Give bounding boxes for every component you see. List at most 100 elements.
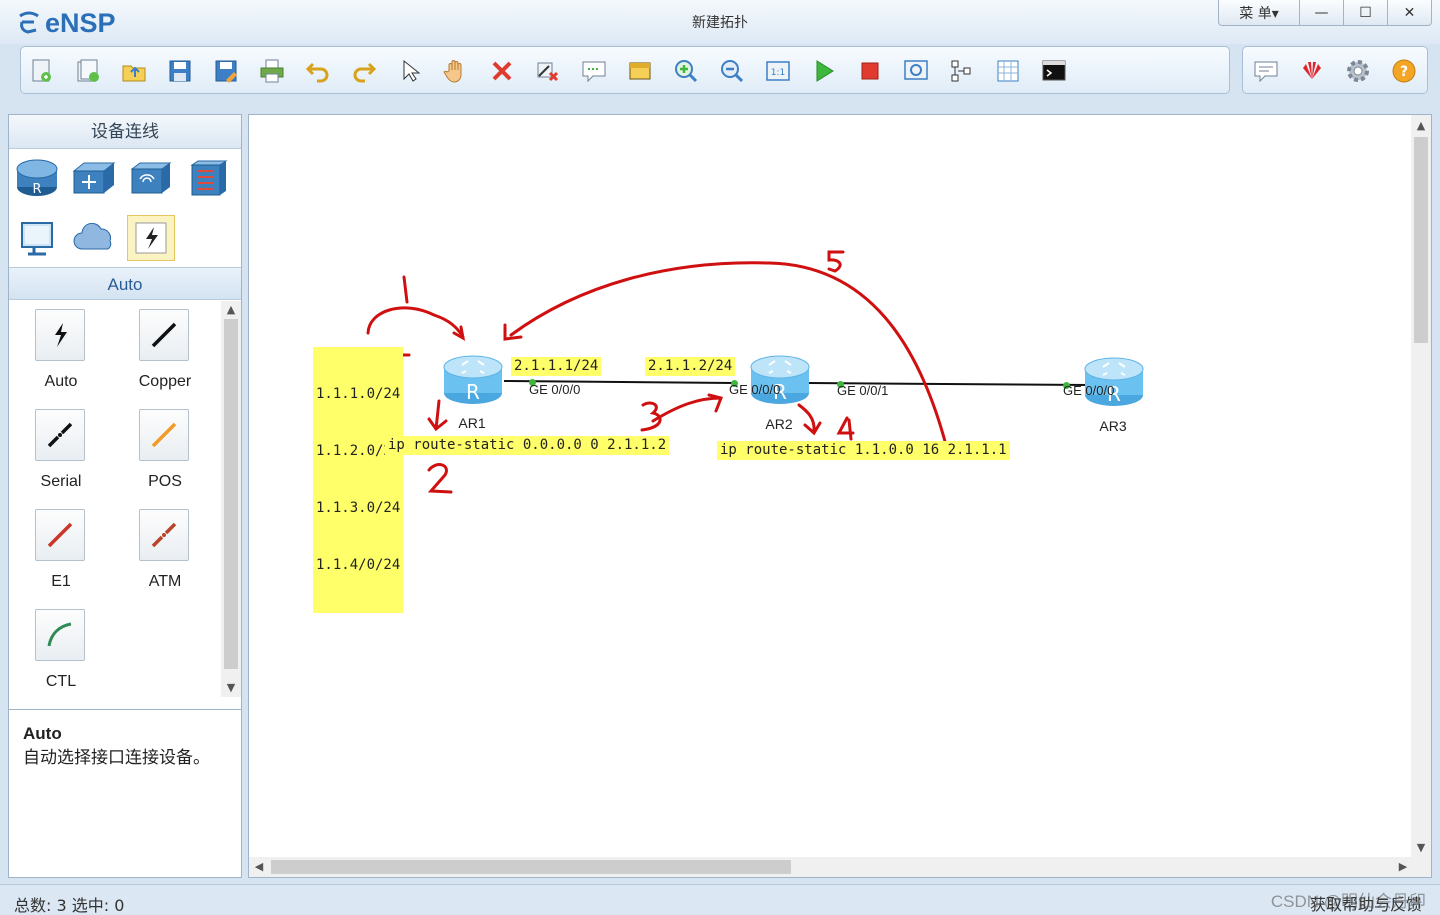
zoom-out-icon[interactable]	[717, 56, 747, 86]
window-controls: 菜 单▾ — ☐ ✕	[1218, 0, 1432, 26]
cable-label: Auto	[44, 373, 78, 390]
router-icon: R	[750, 355, 810, 404]
description-text: 自动选择接口连接设备。	[23, 748, 210, 768]
ensp-logo-icon	[16, 10, 42, 36]
cable-label: POS	[148, 473, 182, 490]
huawei-icon[interactable]	[1297, 56, 1327, 86]
grid-icon[interactable]	[993, 56, 1023, 86]
undo-icon[interactable]	[303, 56, 333, 86]
scroll-left-icon[interactable]: ◀	[249, 858, 269, 876]
topology-canvas[interactable]: 1.1.1.0/24 1.1.2.0/24 1.1.3.0/24 1.1.4/0…	[248, 114, 1432, 878]
iface-ar2-ge000: GE 0/0/0	[729, 382, 781, 397]
terminal-icon[interactable]	[1039, 56, 1069, 86]
auto-cable-icon	[35, 309, 85, 361]
app-logo: eNSP	[16, 6, 116, 40]
wireless-icon[interactable]	[127, 155, 175, 201]
scroll-corner	[1411, 857, 1431, 877]
loopback-line: 1.1.1.0/24	[316, 386, 401, 402]
cable-pos[interactable]: POS	[113, 401, 217, 501]
menu-button[interactable]: 菜 单▾	[1218, 0, 1300, 26]
minimize-button[interactable]: —	[1300, 0, 1344, 26]
device-label-ar1: AR1	[458, 415, 486, 431]
description-box: Auto 自动选择接口连接设备。	[9, 709, 241, 877]
select-icon[interactable]	[395, 56, 425, 86]
pc-icon[interactable]	[13, 215, 61, 261]
cable-label: E1	[51, 573, 71, 590]
scroll-up-icon[interactable]: ▲	[221, 301, 241, 319]
palette-icon[interactable]	[625, 56, 655, 86]
pan-hand-icon[interactable]	[441, 56, 471, 86]
cable-auto[interactable]: Auto	[9, 301, 113, 401]
start-all-icon[interactable]	[809, 56, 839, 86]
cloud-icon[interactable]	[71, 215, 119, 261]
svg-text:1:1: 1:1	[771, 68, 785, 78]
canvas-hscrollbar[interactable]: ◀ ▶	[249, 857, 1413, 877]
router-ar2[interactable]: R	[749, 351, 811, 407]
chat-icon[interactable]	[1251, 56, 1281, 86]
app-name: eNSP	[45, 7, 116, 38]
text-note-icon[interactable]	[579, 56, 609, 86]
cable-e1[interactable]: E1	[9, 501, 113, 601]
annotation-arrow-5	[503, 261, 948, 447]
ar1-ip-note: 2.1.1.1/24	[511, 357, 602, 376]
device-panel: 设备连线 R Auto Auto Copper Serial POS E1 AT…	[8, 114, 242, 878]
firewall-icon[interactable]	[185, 155, 233, 201]
capture-icon[interactable]	[901, 56, 931, 86]
annotation-digit-4	[836, 416, 855, 441]
save-icon[interactable]	[165, 56, 195, 86]
topology-icon[interactable]	[947, 56, 977, 86]
maximize-button[interactable]: ☐	[1344, 0, 1388, 26]
cable-list-scrollbar[interactable]: ▲ ▼	[221, 301, 241, 697]
zoom-in-icon[interactable]	[671, 56, 701, 86]
annotation-digit-1	[402, 275, 409, 304]
cable-serial[interactable]: Serial	[9, 401, 113, 501]
cable-copper[interactable]: Copper	[113, 301, 217, 401]
e1-cable-icon	[35, 509, 85, 561]
cable-section-title: Auto	[9, 267, 241, 300]
ar2-route-note: ip route-static 1.1.0.0 16 2.1.1.1	[717, 441, 1010, 460]
loopback-line: 1.1.4/0/24	[316, 557, 401, 573]
annotation-digit-5	[827, 250, 845, 273]
help-icon[interactable]: ?	[1389, 56, 1419, 86]
topology-drawing	[313, 250, 1090, 494]
router-ar3[interactable]: R	[1083, 353, 1145, 409]
title-bar: eNSP 新建拓扑 菜 单▾ — ☐ ✕	[0, 0, 1440, 44]
open-icon[interactable]	[119, 56, 149, 86]
vscroll-thumb[interactable]	[1414, 137, 1428, 343]
save-as-icon[interactable]	[211, 56, 241, 86]
connection-icon[interactable]	[127, 215, 175, 261]
pos-cable-icon	[139, 409, 189, 461]
scroll-up-icon[interactable]: ▲	[1411, 117, 1431, 135]
serial-cable-icon	[35, 409, 85, 461]
canvas-vscrollbar[interactable]: ▲ ▼	[1411, 115, 1431, 859]
new-topology-icon[interactable]	[27, 56, 57, 86]
switch-icon[interactable]	[69, 155, 117, 201]
main-toolbar: 1:1	[20, 46, 1230, 94]
copper-cable-icon	[139, 309, 189, 361]
delete-link-icon[interactable]	[533, 56, 563, 86]
description-title: Auto	[23, 724, 62, 743]
cable-list: Auto Copper Serial POS E1 ATM CTL	[9, 301, 221, 697]
stop-all-icon[interactable]	[855, 56, 885, 86]
delete-icon[interactable]	[487, 56, 517, 86]
router-ar1[interactable]: R	[442, 351, 504, 407]
iface-ar2-ge001: GE 0/0/1	[837, 383, 889, 398]
hscroll-thumb[interactable]	[271, 860, 791, 874]
cable-atm[interactable]: ATM	[113, 501, 217, 601]
fit-icon[interactable]: 1:1	[763, 56, 793, 86]
cable-label: CTL	[45, 673, 77, 690]
close-button[interactable]: ✕	[1388, 0, 1432, 26]
settings-icon[interactable]	[1343, 56, 1373, 86]
router-icon[interactable]: R	[13, 155, 61, 201]
cable-ctl[interactable]: CTL	[9, 601, 113, 701]
scroll-down-icon[interactable]: ▼	[221, 679, 241, 697]
annotation-arrow-3	[651, 393, 724, 423]
scroll-thumb[interactable]	[224, 319, 238, 669]
scroll-right-icon[interactable]: ▶	[1393, 858, 1413, 876]
new-example-icon[interactable]	[73, 56, 103, 86]
redo-icon[interactable]	[349, 56, 379, 86]
secondary-toolbar: ?	[1242, 46, 1428, 94]
scroll-down-icon[interactable]: ▼	[1411, 839, 1431, 857]
print-icon[interactable]	[257, 56, 287, 86]
svg-text:R: R	[466, 380, 480, 404]
